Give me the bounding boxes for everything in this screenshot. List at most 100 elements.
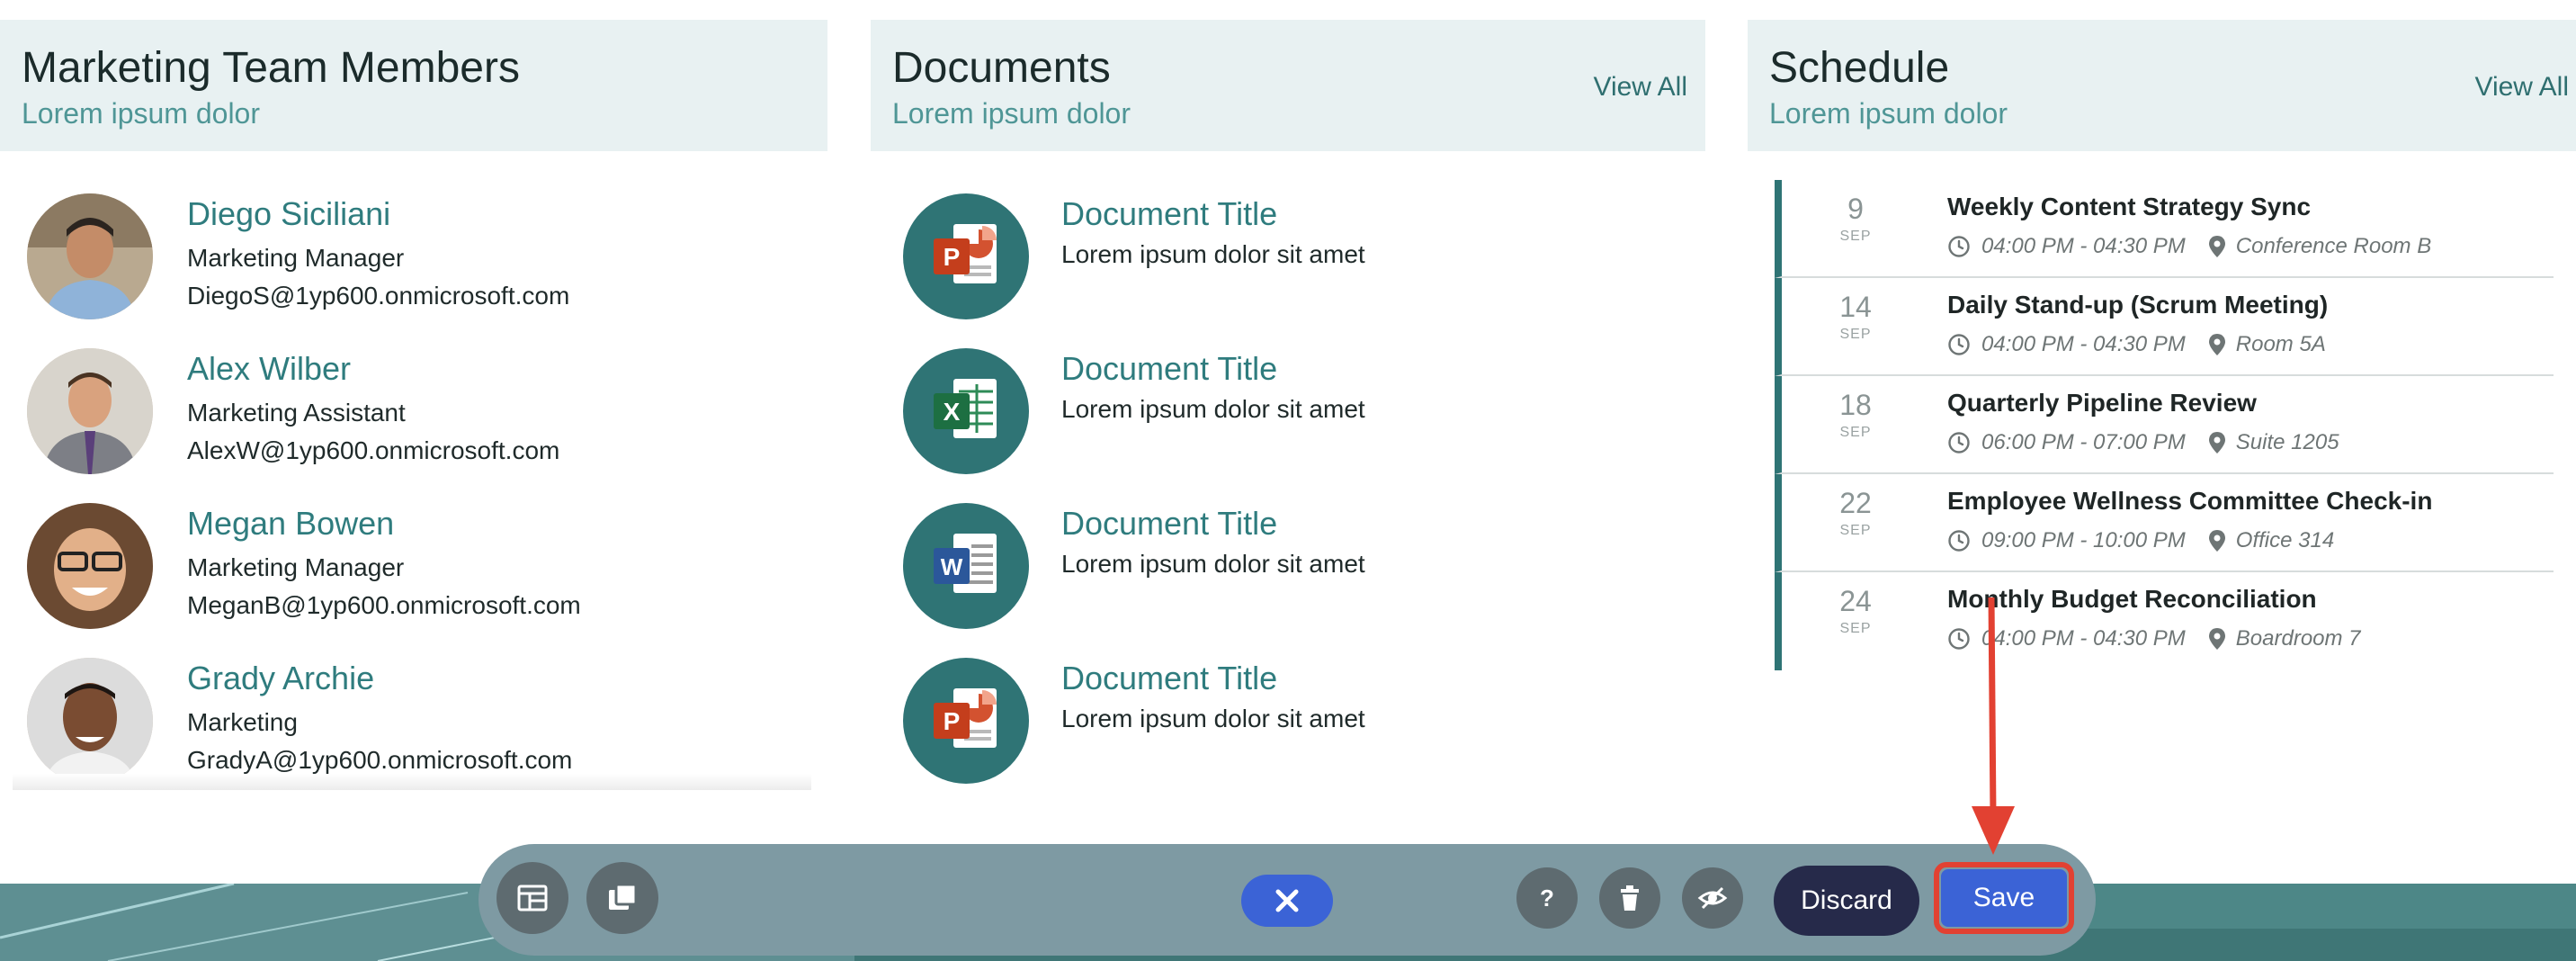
- event-location: Suite 1205: [2235, 430, 2339, 454]
- powerpoint-icon[interactable]: P: [903, 658, 1029, 784]
- event-month: SEP: [1839, 229, 1872, 244]
- clock-icon: [1947, 333, 1971, 356]
- schedule-event[interactable]: 18 SEP Quarterly Pipeline Review 06:00 P…: [1775, 376, 2554, 474]
- event-meta: 09:00 PM - 10:00 PM Office 314: [1947, 528, 2334, 553]
- event-day: 24: [1839, 585, 1872, 617]
- member-item: Diego Siciliani Marketing Manager DiegoS…: [27, 193, 818, 328]
- avatar: [27, 193, 153, 319]
- event-day: 14: [1839, 291, 1872, 323]
- document-title[interactable]: Document Title: [1061, 195, 1277, 233]
- clock-icon: [1947, 627, 1971, 651]
- event-meta: 04:00 PM - 04:30 PM Room 5A: [1947, 332, 2326, 357]
- discard-button[interactable]: Discard: [1774, 866, 1919, 936]
- avatar: [27, 503, 153, 629]
- svg-text:?: ?: [1540, 885, 1554, 912]
- svg-text:W: W: [941, 553, 963, 580]
- schedule-panel: Schedule Lorem ipsum dolor View All 9 SE…: [1748, 20, 2576, 670]
- event-month: SEP: [1839, 425, 1872, 440]
- close-icon: [1273, 886, 1301, 915]
- location-pin-icon: [2205, 529, 2225, 552]
- document-description: Lorem ipsum dolor sit amet: [1061, 705, 1365, 732]
- event-month: SEP: [1839, 327, 1872, 342]
- member-name[interactable]: Megan Bowen: [187, 505, 394, 543]
- event-title[interactable]: Daily Stand-up (Scrum Meeting): [1947, 291, 2328, 319]
- panel-bottom-shadow: [13, 774, 811, 790]
- help-button[interactable]: ?: [1516, 867, 1578, 929]
- document-description: Lorem ipsum dolor sit amet: [1061, 395, 1365, 423]
- schedule-event[interactable]: 24 SEP Monthly Budget Reconciliation 04:…: [1775, 572, 2554, 670]
- documents-title: Documents: [892, 44, 1111, 92]
- help-icon: ?: [1532, 883, 1562, 913]
- schedule-view-all-link[interactable]: View All: [2474, 72, 2569, 103]
- member-name[interactable]: Grady Archie: [187, 660, 374, 697]
- documents-panel: Documents Lorem ipsum dolor View All P D…: [871, 20, 1705, 784]
- member-role: Marketing: [187, 708, 298, 736]
- event-day: 22: [1839, 487, 1872, 519]
- document-title[interactable]: Document Title: [1061, 350, 1277, 388]
- save-button[interactable]: Save: [1941, 869, 2067, 927]
- powerpoint-icon[interactable]: P: [903, 193, 1029, 319]
- event-location: Room 5A: [2235, 332, 2326, 356]
- edit-toolbar: ? Discard Save: [479, 844, 2096, 956]
- members-subtitle: Lorem ipsum dolor: [22, 97, 260, 130]
- members-title: Marketing Team Members: [22, 44, 520, 92]
- schedule-title: Schedule: [1769, 44, 1950, 92]
- member-name[interactable]: Alex Wilber: [187, 350, 351, 388]
- member-item: Grady Archie Marketing GradyA@1yp600.onm…: [27, 658, 818, 793]
- document-description: Lorem ipsum dolor sit amet: [1061, 550, 1365, 578]
- event-meta: 06:00 PM - 07:00 PM Suite 1205: [1947, 430, 2339, 455]
- member-email: MeganB@1yp600.onmicrosoft.com: [187, 591, 581, 619]
- event-title[interactable]: Employee Wellness Committee Check-in: [1947, 487, 2432, 516]
- event-day: 9: [1847, 193, 1864, 225]
- document-title[interactable]: Document Title: [1061, 660, 1277, 697]
- layout-button[interactable]: [496, 862, 568, 934]
- clock-icon: [1947, 431, 1971, 454]
- trash-icon: [1614, 883, 1645, 913]
- member-name[interactable]: Diego Siciliani: [187, 195, 390, 233]
- event-meta: 04:00 PM - 04:30 PM Boardroom 7: [1947, 626, 2361, 651]
- word-icon[interactable]: W: [903, 503, 1029, 629]
- event-location: Office 314: [2235, 528, 2335, 552]
- excel-icon[interactable]: X: [903, 348, 1029, 474]
- event-time: 04:00 PM - 04:30 PM: [1981, 626, 2186, 651]
- document-item: W Document Title Lorem ipsum dolor sit a…: [903, 503, 1695, 638]
- delete-button[interactable]: [1599, 867, 1660, 929]
- document-item: P Document Title Lorem ipsum dolor sit a…: [903, 193, 1695, 328]
- event-time: 04:00 PM - 04:30 PM: [1981, 234, 2186, 258]
- svg-text:P: P: [944, 707, 961, 735]
- hide-button[interactable]: [1682, 867, 1743, 929]
- svg-text:P: P: [944, 243, 961, 271]
- members-panel: Marketing Team Members Lorem ipsum dolor…: [0, 20, 827, 784]
- member-email: DiegoS@1yp600.onmicrosoft.com: [187, 282, 570, 310]
- schedule-event[interactable]: 14 SEP Daily Stand-up (Scrum Meeting) 04…: [1775, 278, 2554, 376]
- member-role: Marketing Manager: [187, 244, 405, 272]
- avatar: [27, 348, 153, 474]
- clock-icon: [1947, 529, 1971, 552]
- document-description: Lorem ipsum dolor sit amet: [1061, 240, 1365, 268]
- event-location: Boardroom 7: [2235, 626, 2361, 651]
- documents-header: Documents Lorem ipsum dolor View All: [871, 20, 1705, 151]
- location-pin-icon: [2205, 235, 2225, 258]
- schedule-subtitle: Lorem ipsum dolor: [1769, 97, 2008, 130]
- schedule-event[interactable]: 22 SEP Employee Wellness Committee Check…: [1775, 474, 2554, 572]
- event-title[interactable]: Quarterly Pipeline Review: [1947, 389, 2257, 418]
- location-pin-icon: [2205, 333, 2225, 356]
- event-title[interactable]: Weekly Content Strategy Sync: [1947, 193, 2311, 221]
- event-meta: 04:00 PM - 04:30 PM Conference Room B: [1947, 234, 2431, 259]
- event-month: SEP: [1839, 523, 1872, 538]
- schedule-list: 9 SEP Weekly Content Strategy Sync 04:00…: [1775, 180, 2554, 670]
- member-item: Alex Wilber Marketing Assistant AlexW@1y…: [27, 348, 818, 483]
- event-time: 06:00 PM - 07:00 PM: [1981, 430, 2186, 454]
- documents-view-all-link[interactable]: View All: [1593, 72, 1687, 103]
- members-header: Marketing Team Members Lorem ipsum dolor: [0, 20, 827, 151]
- close-button[interactable]: [1241, 875, 1333, 927]
- event-title[interactable]: Monthly Budget Reconciliation: [1947, 585, 2317, 614]
- schedule-event[interactable]: 9 SEP Weekly Content Strategy Sync 04:00…: [1775, 180, 2554, 278]
- document-title[interactable]: Document Title: [1061, 505, 1277, 543]
- duplicate-button[interactable]: [586, 862, 658, 934]
- event-month: SEP: [1839, 621, 1872, 636]
- document-item: X Document Title Lorem ipsum dolor sit a…: [903, 348, 1695, 483]
- layout-icon: [515, 881, 550, 915]
- document-item: P Document Title Lorem ipsum dolor sit a…: [903, 658, 1695, 793]
- member-item: Megan Bowen Marketing Manager MeganB@1yp…: [27, 503, 818, 638]
